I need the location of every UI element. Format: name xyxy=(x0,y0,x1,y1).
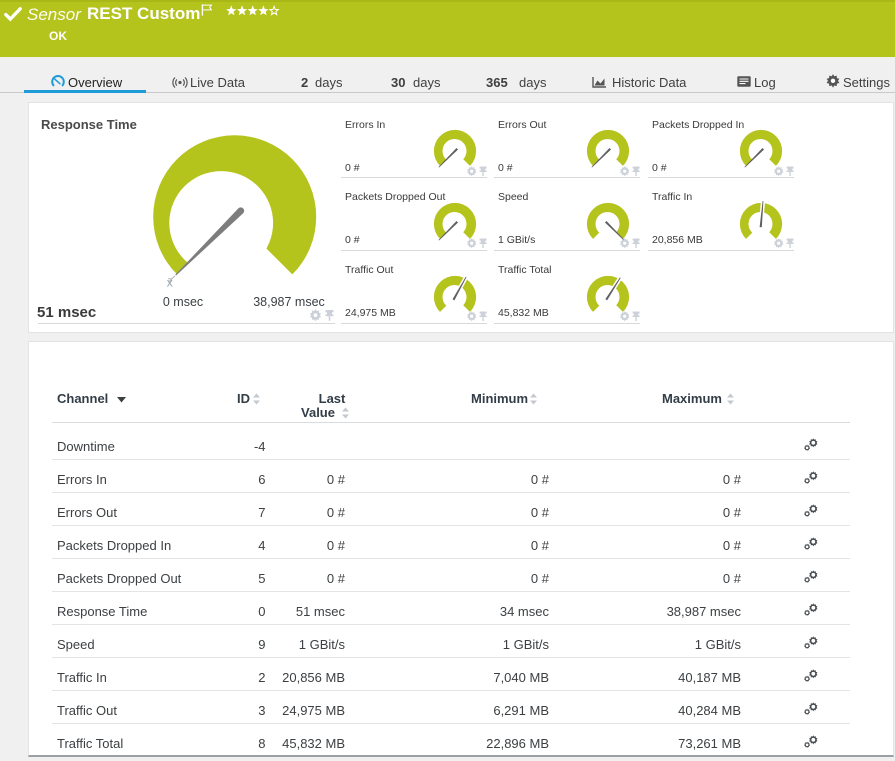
svg-text:x̄: x̄ xyxy=(167,275,173,289)
